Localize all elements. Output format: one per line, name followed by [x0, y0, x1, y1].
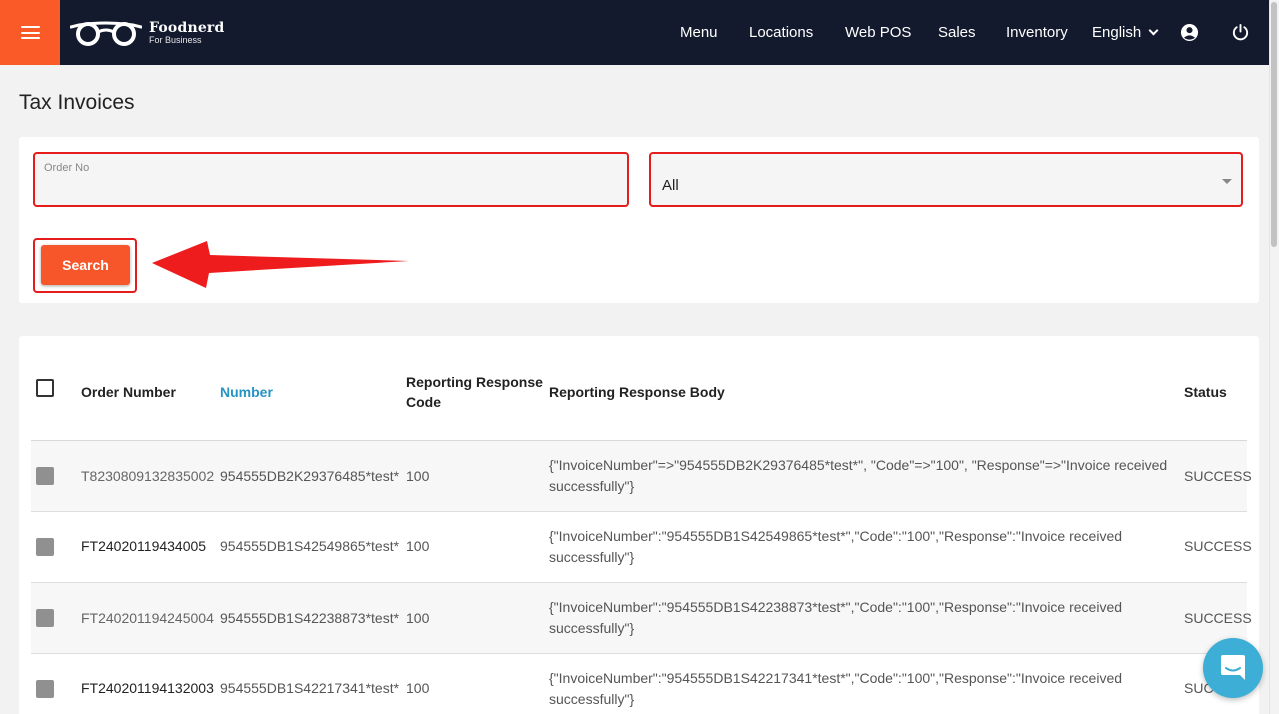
row-status: SUCCESS	[1184, 538, 1252, 554]
row-checkbox[interactable]	[36, 609, 54, 627]
col-response-body[interactable]: Reporting Response Body	[549, 382, 725, 402]
table-row[interactable]: T8230809132835002 954555DB2K29376485*tes…	[31, 441, 1252, 512]
caret-down-icon	[1222, 179, 1232, 184]
row-order-number: T8230809132835002	[81, 468, 215, 484]
row-body: {"InvoiceNumber":"954555DB1S42549865*tes…	[549, 528, 1123, 565]
nav-locations[interactable]: Locations	[749, 24, 813, 41]
table-row[interactable]: FT24020119434005 954555DB1S42549865*test…	[31, 512, 1252, 583]
row-code: 100	[406, 468, 430, 484]
row-order-number: FT24020119434005	[81, 538, 207, 554]
search-button[interactable]: Search	[41, 245, 130, 285]
col-order-number[interactable]: Order Number	[81, 382, 176, 402]
invoices-table: Order Number Number Reporting Response C…	[19, 336, 1259, 714]
page-scrollbar-thumb[interactable]	[1271, 2, 1277, 247]
user-circle-icon[interactable]	[1180, 23, 1199, 42]
row-code: 100	[406, 680, 430, 696]
col-response-code[interactable]: Reporting Response Code	[406, 372, 543, 412]
nav-web-pos[interactable]: Web POS	[845, 24, 911, 41]
col-response-code-line2: Code	[406, 394, 441, 410]
row-order-number: FT240201194245004	[81, 610, 214, 626]
row-status: SUCCESS	[1184, 610, 1252, 626]
row-body: {"InvoiceNumber":"954555DB1S42238873*tes…	[549, 599, 1123, 636]
row-order-number: FT240201194132003	[81, 680, 214, 696]
nav-inventory[interactable]: Inventory	[1006, 24, 1068, 41]
row-body: {"InvoiceNumber":"954555DB1S42217341*tes…	[549, 670, 1123, 707]
col-status[interactable]: Status	[1184, 382, 1227, 402]
order-no-field[interactable]: Order No	[33, 152, 629, 207]
power-icon[interactable]	[1231, 23, 1250, 42]
chevron-down-icon	[1148, 25, 1159, 35]
top-navbar: Foodnerd For Business Menu Locations Web…	[0, 0, 1269, 65]
nav-sales[interactable]: Sales	[938, 24, 976, 41]
row-code: 100	[406, 538, 430, 554]
row-body: {"InvoiceNumber"=>"954555DB2K29376485*te…	[549, 457, 1168, 494]
page-title: Tax Invoices	[19, 91, 135, 114]
row-number: 954555DB1S42238873*test*	[220, 610, 400, 626]
table-row[interactable]: FT240201194132003 954555DB1S42217341*tes…	[31, 654, 1247, 714]
table-row[interactable]: FT240201194245004 954555DB1S42238873*tes…	[31, 583, 1252, 654]
order-no-input[interactable]	[44, 180, 614, 196]
row-checkbox[interactable]	[36, 538, 54, 556]
logo-subtitle: For Business	[149, 35, 202, 45]
col-response-code-line1: Reporting Response	[406, 374, 543, 390]
select-all-checkbox[interactable]	[36, 379, 54, 397]
hamburger-menu-button[interactable]	[0, 0, 60, 65]
row-number: 954555DB1S42217341*test*	[220, 680, 400, 696]
row-code: 100	[406, 610, 430, 626]
row-number: 954555DB1S42549865*test*	[220, 538, 400, 554]
status-select[interactable]: All	[649, 152, 1243, 207]
row-status: SUCCESS	[1184, 468, 1252, 484]
row-checkbox[interactable]	[36, 680, 54, 698]
order-no-label: Order No	[44, 162, 90, 174]
search-button-highlight: Search	[33, 238, 137, 293]
chat-widget-button[interactable]	[1203, 638, 1263, 698]
status-select-value: All	[662, 177, 679, 194]
logo-name: Foodnerd	[149, 20, 225, 36]
col-number[interactable]: Number	[220, 382, 273, 402]
red-arrow-annotation	[152, 241, 409, 288]
hamburger-icon	[20, 26, 40, 39]
glasses-logo-icon	[70, 21, 142, 46]
language-label: English	[1092, 24, 1142, 41]
row-number: 954555DB2K29376485*test*	[220, 468, 400, 484]
logo[interactable]: Foodnerd For Business	[70, 19, 225, 47]
chat-icon	[1221, 655, 1245, 680]
row-checkbox[interactable]	[36, 467, 54, 485]
nav-menu[interactable]: Menu	[680, 24, 718, 41]
language-selector[interactable]: English	[1092, 24, 1159, 41]
